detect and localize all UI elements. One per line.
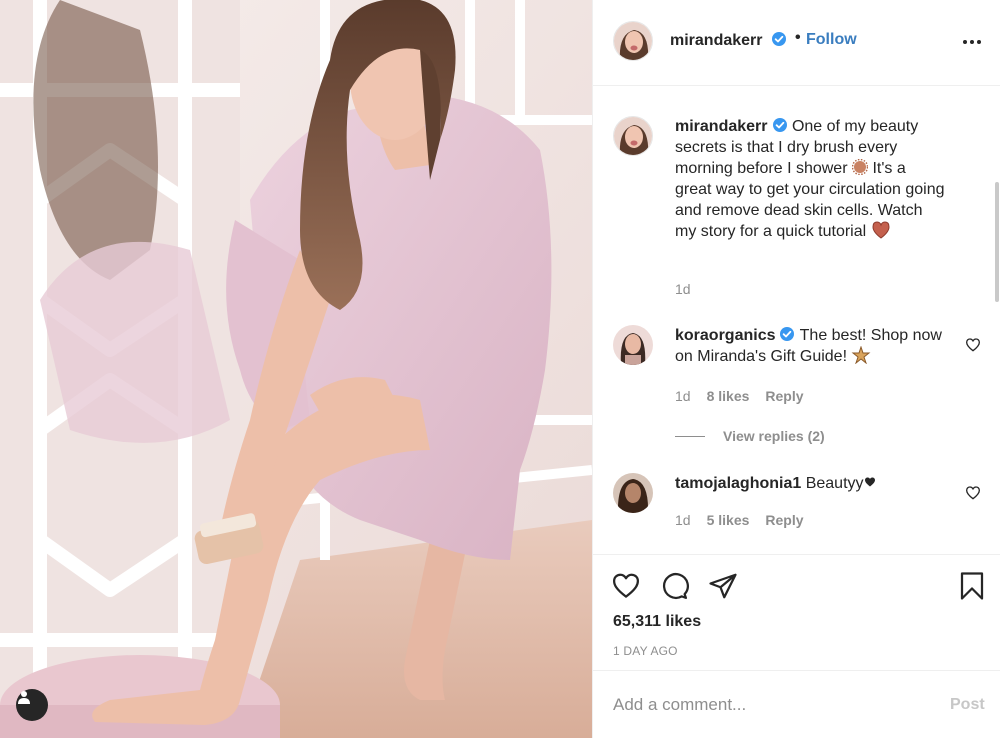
- follow-button[interactable]: Follow: [806, 31, 857, 49]
- verified-icon: [780, 327, 795, 341]
- comment-age[interactable]: 1d: [675, 512, 691, 528]
- emoji-icon: [864, 477, 875, 487]
- comment-text: koraorganics The best! Shop now on Miran…: [675, 325, 945, 367]
- comment-body: Beautyy: [805, 475, 864, 492]
- verified-icon: [772, 118, 787, 132]
- caption-age[interactable]: 1d: [675, 281, 691, 297]
- comment-icon[interactable]: [659, 571, 689, 601]
- commenter-avatar[interactable]: [613, 473, 653, 513]
- comment-meta: 1d 8 likes Reply: [675, 388, 804, 404]
- author-username-text[interactable]: mirandakerr: [670, 32, 763, 49]
- caption-text: mirandakerr One of my beauty secrets is …: [675, 116, 945, 242]
- author-username[interactable]: mirandakerr: [670, 31, 787, 50]
- author-avatar[interactable]: [613, 21, 653, 61]
- caption-username[interactable]: mirandakerr: [675, 118, 768, 135]
- comment-username[interactable]: tamojalaghonia1: [675, 475, 801, 492]
- comment-text: tamojalaghonia1 Beautyy: [675, 473, 945, 494]
- heart-small-icon[interactable]: [965, 485, 981, 501]
- share-icon[interactable]: [708, 571, 738, 601]
- comment-meta: 1d 5 likes Reply: [675, 512, 804, 528]
- emoji-icon: [851, 158, 869, 176]
- like-icon[interactable]: [611, 571, 641, 601]
- save-icon[interactable]: [957, 571, 987, 601]
- comment-input[interactable]: [613, 691, 933, 719]
- tag-user-icon: [18, 691, 30, 704]
- heart-small-icon[interactable]: [965, 337, 981, 353]
- comment-composer: Post: [593, 670, 1000, 738]
- reply-button[interactable]: Reply: [765, 388, 803, 404]
- header-separator: •: [795, 29, 801, 46]
- verified-icon: [771, 32, 786, 46]
- reply-button[interactable]: Reply: [765, 512, 803, 528]
- emoji-icon: [852, 345, 871, 365]
- comment-username[interactable]: koraorganics: [675, 327, 775, 344]
- post-side-panel: mirandakerr • Follow mirandakerr One of …: [592, 0, 1000, 738]
- comments-scrollbar[interactable]: [995, 182, 999, 302]
- emoji-icon: [872, 221, 890, 239]
- view-replies-label[interactable]: View replies (2): [723, 428, 825, 444]
- likes-count[interactable]: 65,311 likes: [613, 613, 701, 631]
- more-options-icon[interactable]: [963, 34, 985, 50]
- comment-likes[interactable]: 5 likes: [707, 512, 750, 528]
- comment-age[interactable]: 1d: [675, 388, 691, 404]
- comment-likes[interactable]: 8 likes: [707, 388, 750, 404]
- post-comment-button[interactable]: Post: [950, 696, 985, 714]
- post-photo[interactable]: [0, 0, 592, 738]
- comments-section[interactable]: mirandakerr One of my beauty secrets is …: [593, 87, 1000, 554]
- replies-divider: [675, 435, 705, 437]
- post-header: mirandakerr • Follow: [593, 0, 1000, 86]
- photo-illustration: [0, 0, 592, 738]
- commenter-avatar[interactable]: [613, 325, 653, 365]
- tag-user-button[interactable]: [16, 689, 48, 721]
- action-bar: 65,311 likes 1 DAY AGO: [593, 554, 1000, 670]
- caption-meta: 1d: [675, 281, 691, 297]
- caption-avatar[interactable]: [613, 116, 653, 156]
- view-replies-button[interactable]: View replies (2): [675, 428, 825, 444]
- post-timestamp[interactable]: 1 DAY AGO: [613, 644, 678, 658]
- instagram-post: mirandakerr • Follow mirandakerr One of …: [0, 0, 1000, 738]
